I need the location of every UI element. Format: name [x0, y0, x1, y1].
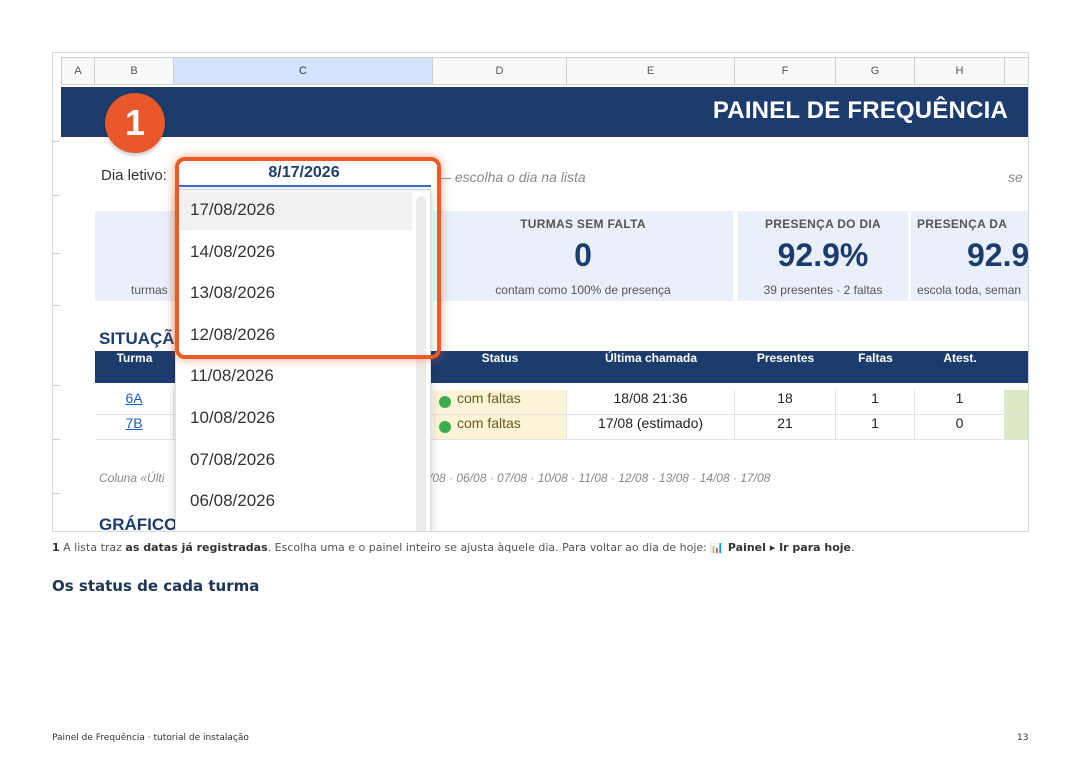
column-header-b[interactable]: B [95, 57, 174, 85]
faltas-cell: 1 [836, 415, 915, 439]
caption-text: . Escolha uma e o painel inteiro se ajus… [267, 541, 711, 554]
caption-number: 1 [52, 541, 60, 554]
section-graficos: GRÁFICO [99, 515, 178, 532]
column-header-g[interactable]: G [836, 57, 915, 85]
atest-cell: 0 [915, 415, 1005, 439]
status-text: com faltas [457, 390, 521, 406]
extra-cell [1005, 415, 1028, 439]
row-line [53, 253, 60, 254]
th-status: Status [481, 351, 519, 365]
column-header-f[interactable]: F [735, 57, 836, 85]
column-header-next[interactable] [1005, 57, 1028, 85]
chart-icon: 📊 [710, 541, 725, 554]
kpi-title: PRESENÇA DA [917, 217, 1008, 231]
th-faltas: Faltas [858, 351, 893, 365]
column-header-e[interactable]: E [567, 57, 735, 85]
ultima-chamada-cell: 17/08 (estimado) [567, 415, 735, 439]
row-line [53, 439, 60, 440]
presentes-cell: 18 [735, 390, 836, 414]
dropdown-option[interactable]: 11/08/2026 [190, 366, 274, 386]
kpi-sub: contam como 100% de presença [495, 283, 671, 297]
faltas-cell: 1 [836, 390, 915, 414]
page-number: 13 [1017, 733, 1029, 743]
section-situacao: SITUAÇÃ [99, 329, 175, 348]
turma-link[interactable]: 7B [95, 415, 174, 439]
kpi-sub: 39 presentes · 2 faltas [763, 283, 883, 297]
kpi-value: 0 [574, 237, 592, 273]
ultima-chamada-cell: 18/08 21:36 [567, 390, 735, 414]
dashboard-banner: PAINEL DE FREQUÊNCIA [61, 87, 1028, 137]
caption-bold: as datas já registradas [125, 541, 268, 554]
section-heading: Os status de cada turma [52, 577, 260, 595]
th-ultima-chamada: Última chamada [604, 351, 698, 365]
kpi-card-turmas-sem-falta: TURMAS SEM FALTA 0 contam como 100% de p… [433, 211, 733, 301]
caption-menu-path: Painel ▸ Ir para hoje [724, 541, 852, 554]
kpi-value: 92.9 [967, 237, 1029, 273]
th-turma: Turma [116, 351, 153, 365]
caption-text: A lista traz [59, 541, 126, 554]
caption-text: . [851, 541, 855, 554]
highlight-frame [175, 157, 441, 359]
cut-text: se [1008, 169, 1023, 185]
status-dot-icon [439, 396, 451, 408]
presentes-cell: 21 [735, 415, 836, 439]
footer-title: Painel de Frequência · tutorial de insta… [52, 733, 249, 743]
kpi-title: PRESENÇA DO DIA [764, 217, 882, 231]
row-line [53, 195, 60, 196]
figure-caption: 1 A lista traz as datas já registradas. … [52, 541, 855, 554]
note-left: Coluna «Últi [99, 471, 165, 485]
column-header-c[interactable]: C [174, 57, 433, 85]
callout-badge: 1 [105, 93, 165, 153]
kpi-card-presenca-semana: PRESENÇA DA 92.9 escola toda, seman [911, 211, 1029, 301]
kpi-title: TURMAS SEM FALTA [520, 217, 646, 231]
kpi-value: 92.9% [777, 237, 869, 273]
status-cell: com faltas [433, 415, 567, 439]
kpi-sub: escola toda, seman [917, 283, 1022, 297]
spreadsheet-screenshot: A B C D E F G H PAINEL DE FREQUÊNCIA 1 D… [52, 52, 1029, 532]
status-dot-icon [439, 421, 451, 433]
extra-cell [1005, 390, 1028, 414]
turma-link[interactable]: 6A [95, 390, 174, 414]
date-hint: — escolha o dia na lista [437, 169, 586, 185]
banner-title: PAINEL DE FREQUÊNCIA [712, 97, 1008, 124]
atest-cell: 1 [915, 390, 1005, 414]
column-header-d[interactable]: D [433, 57, 567, 85]
dia-letivo-label: Dia letivo: [101, 167, 167, 184]
dropdown-option[interactable]: 06/08/2026 [190, 491, 275, 511]
status-text: com faltas [457, 415, 521, 431]
dropdown-option[interactable]: 10/08/2026 [190, 408, 275, 428]
status-cell: com faltas [433, 390, 567, 414]
column-header-a[interactable]: A [61, 57, 95, 85]
row-line [53, 385, 60, 386]
column-header-h[interactable]: H [915, 57, 1005, 85]
kpi-card-presenca-dia: PRESENÇA DO DIA 92.9% 39 presentes · 2 f… [738, 211, 908, 301]
note-dates: /08 · 06/08 · 07/08 · 10/08 · 11/08 · 12… [429, 471, 771, 485]
row-line [53, 493, 60, 494]
th-presentes: Presentes [756, 351, 815, 365]
dropdown-option[interactable]: 07/08/2026 [190, 450, 275, 470]
row-line [53, 141, 60, 142]
th-atest: Atest. [943, 351, 977, 365]
row-line [53, 305, 60, 306]
